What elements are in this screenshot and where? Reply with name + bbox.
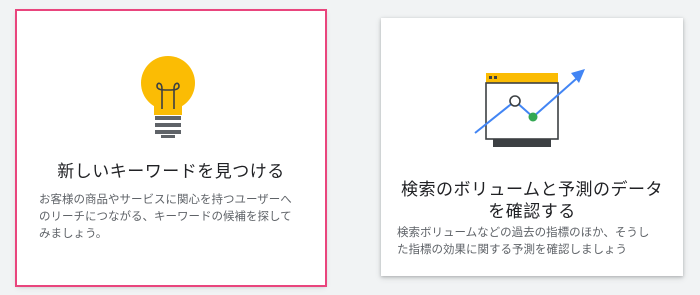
review-forecasts-card[interactable]: 検索のボリュームと予測のデータ を確認する 検索ボリュームなどの過去の指標のほか… bbox=[381, 18, 683, 276]
card-title-line: を確認する bbox=[488, 202, 576, 222]
card-description-line: た指標の効果に関する予測を確認しましょう bbox=[397, 242, 627, 256]
card-title-line: 検索のボリュームと予測のデータ bbox=[401, 180, 663, 200]
card-description-line: みましょう。 bbox=[39, 226, 108, 240]
forecast-chart-icon bbox=[473, 61, 591, 153]
card-description-line: 検索ボリュームなどの過去の指標のほか、そうし bbox=[397, 225, 650, 239]
discover-keywords-card[interactable]: 新しいキーワードを見つける お客様の商品やサービスに関心を持つユーザーへ のリー… bbox=[15, 9, 327, 287]
card-description: 検索ボリュームなどの過去の指標のほか、そうし た指標の効果に関する予測を確認しま… bbox=[397, 224, 649, 258]
card-description-line: お客様の商品やサービスに関心を持つユーザーへ bbox=[39, 192, 292, 206]
lightbulb-icon bbox=[138, 55, 198, 143]
card-title: 新しいキーワードを見つける bbox=[57, 162, 285, 182]
card-description: お客様の商品やサービスに関心を持つユーザーへ のリーチにつながる、キーワードの候… bbox=[39, 191, 292, 242]
card-description-line: のリーチにつながる、キーワードの候補を探して bbox=[39, 209, 292, 223]
